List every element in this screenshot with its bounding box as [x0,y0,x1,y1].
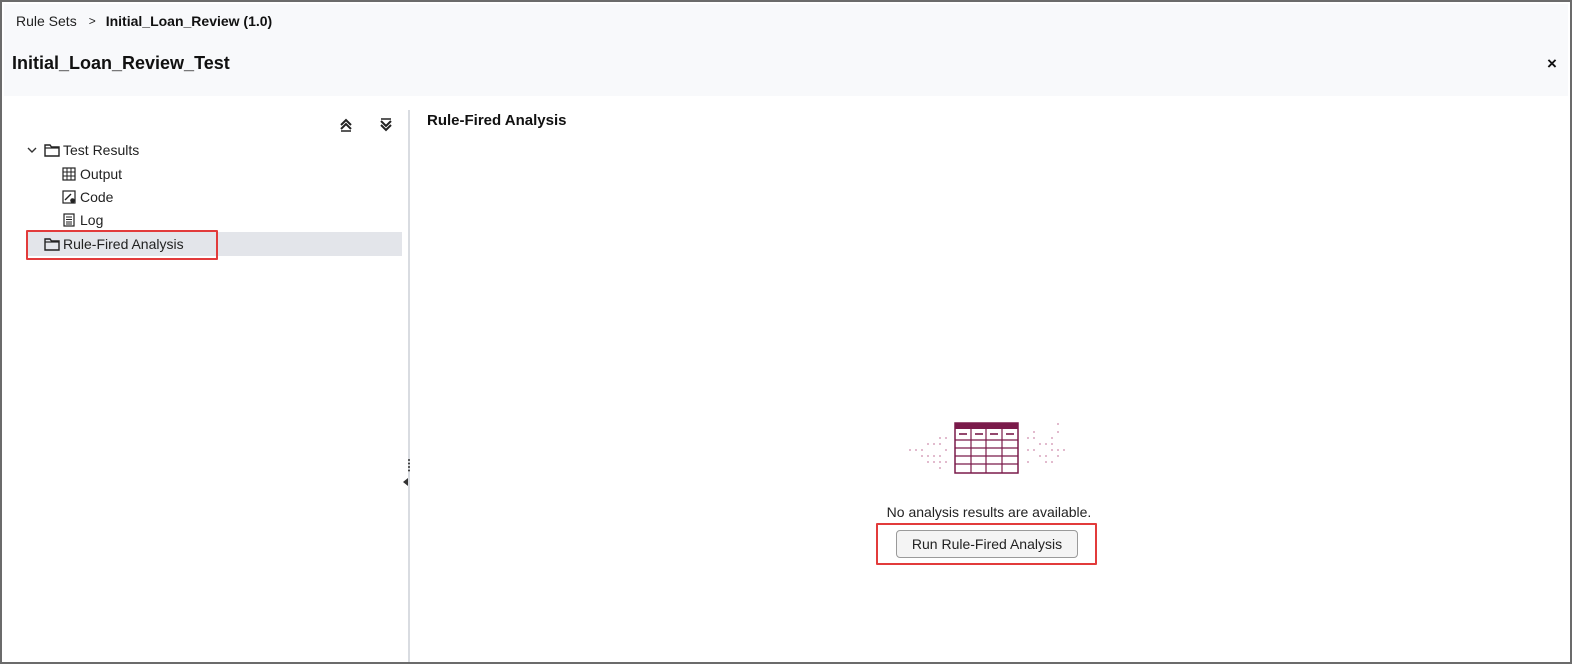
collapse-pane-arrow-icon[interactable] [403,478,408,486]
tree-item-label: Code [80,188,114,205]
tree-item-label: Output [80,165,123,182]
breadcrumb-separator: > [88,14,96,28]
empty-state-message: No analysis results are available. [886,504,1092,520]
analysis-panel: Rule-Fired Analysis No analysis results … [410,96,1568,662]
code-edit-icon [62,189,76,204]
close-button[interactable]: × [1544,55,1560,72]
navigation-tree-pane: Test Results Output Code Log Rule-Fired … [4,96,408,662]
log-document-icon [63,212,75,227]
panel-title: Rule-Fired Analysis [427,112,567,129]
breadcrumb-current[interactable]: Initial_Loan_Review (1.0) [106,13,273,29]
breadcrumb-rule-sets[interactable]: Rule Sets [16,13,77,29]
collapse-all-icon[interactable] [337,116,355,134]
tree-item-label: Log [80,211,104,228]
tree-item-code[interactable]: Code [62,185,113,208]
expand-all-icon[interactable] [377,116,395,134]
tree-item-test-results[interactable]: Test Results [26,138,139,161]
table-grid-icon [62,166,76,181]
page-title: Initial_Loan_Review_Test [12,53,230,73]
tree-item-label: Test Results [63,141,140,158]
header: Rule Sets > Initial_Loan_Review (1.0) In… [4,4,1568,96]
folder-icon [44,143,60,157]
empty-table-illustration-icon [909,422,1065,474]
tree-item-output[interactable]: Output [62,162,122,185]
highlight-outline [876,523,1097,565]
breadcrumb: Rule Sets > Initial_Loan_Review (1.0) [16,13,272,29]
tree-item-log[interactable]: Log [62,208,103,231]
app-window: Rule Sets > Initial_Loan_Review (1.0) In… [0,0,1572,664]
chevron-down-icon[interactable] [26,144,38,156]
highlight-outline [26,230,218,260]
